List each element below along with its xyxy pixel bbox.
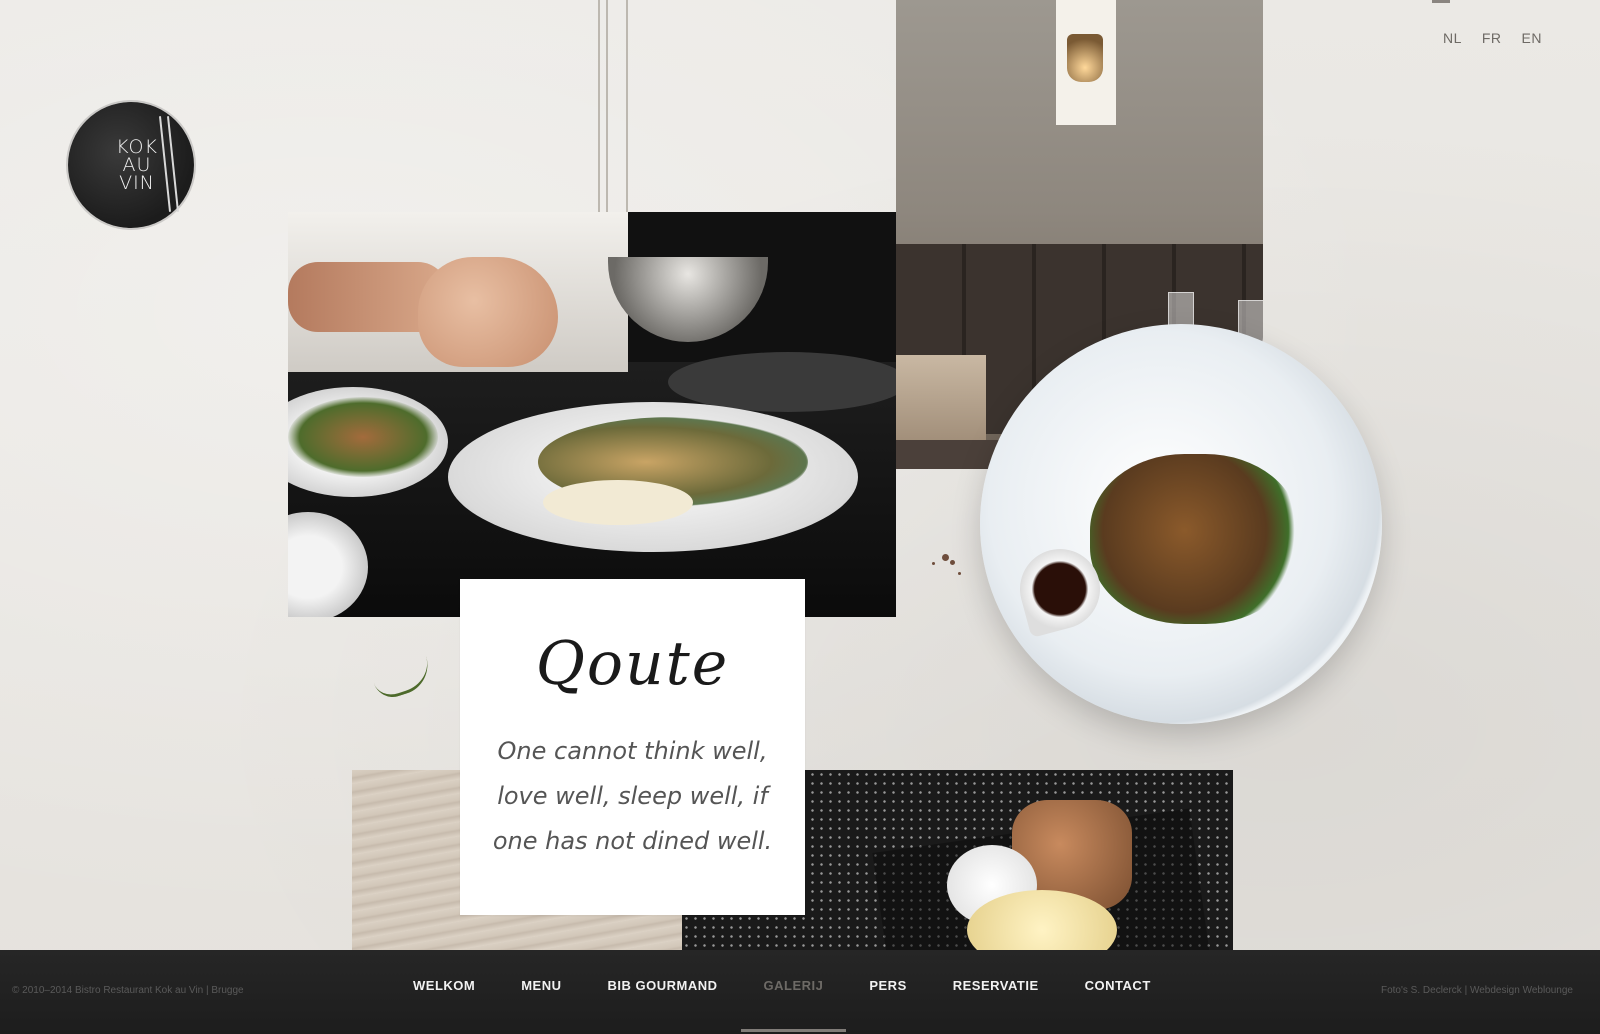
- language-switcher: NL FR EN: [1443, 30, 1542, 46]
- nav-bib-gourmand[interactable]: BIB GOURMAND: [585, 977, 741, 1013]
- nav-reservatie[interactable]: RESERVATIE: [930, 977, 1062, 1013]
- logo-text: KOK AU VIN: [116, 136, 158, 194]
- nav-galerij[interactable]: GALERIJ: [740, 977, 847, 1032]
- main-navigation: WELKOM MENU BIB GOURMAND GALERIJ PERS RE…: [390, 977, 1174, 1032]
- credits-text: Foto's S. Declerck | Webdesign Weblounge: [1380, 985, 1573, 996]
- language-marker: [1432, 0, 1450, 3]
- language-en[interactable]: EN: [1522, 30, 1542, 46]
- language-fr[interactable]: FR: [1482, 30, 1502, 46]
- language-nl[interactable]: NL: [1443, 30, 1462, 46]
- nav-contact[interactable]: CONTACT: [1062, 977, 1174, 1013]
- quote-card: Qoute One cannot think well, love well, …: [460, 579, 805, 915]
- sauce-spatter: [920, 548, 966, 582]
- wall-lamp: [1067, 34, 1103, 82]
- quote-title: Qoute: [535, 629, 730, 699]
- footer-bar: © 2010–2014 Bistro Restaurant Kok au Vin…: [0, 950, 1600, 1034]
- nav-menu[interactable]: MENU: [498, 977, 584, 1013]
- hanging-lamp-cords: [598, 0, 648, 212]
- quote-text: One cannot think well, love well, sleep …: [492, 737, 773, 855]
- nav-welkom[interactable]: WELKOM: [390, 977, 498, 1013]
- nav-pers[interactable]: PERS: [846, 977, 929, 1013]
- photo-chicken-plate[interactable]: [980, 324, 1382, 724]
- photo-chef-plating[interactable]: [288, 212, 896, 617]
- kok-au-vin-logo[interactable]: KOK AU VIN: [68, 102, 194, 228]
- copyright-text: © 2010–2014 Bistro Restaurant Kok au Vin…: [12, 985, 244, 996]
